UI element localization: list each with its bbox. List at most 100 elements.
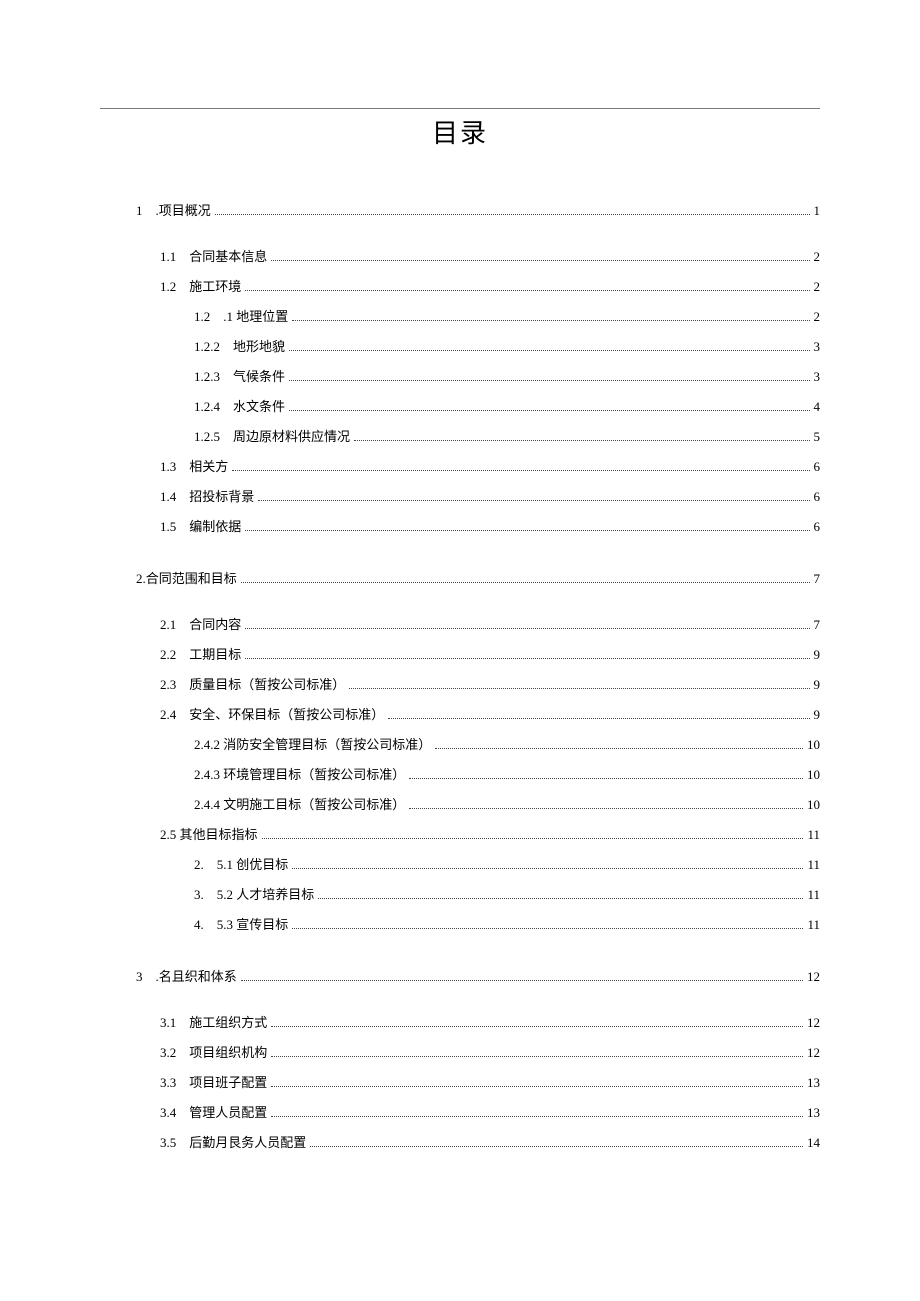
toc-entry: 1.2 施工环境2 xyxy=(100,272,820,302)
toc-entry-separator xyxy=(220,399,233,414)
toc-entry-text: 工期目标 xyxy=(189,647,241,662)
toc-entry-separator xyxy=(176,617,189,632)
toc-entry-separator xyxy=(176,1105,189,1120)
toc-entry-text: 后勤月艮务人员配置 xyxy=(189,1135,306,1150)
toc-entry-label: 1.2.2 地形地貌 xyxy=(194,340,285,353)
toc-entry-page: 11 xyxy=(807,918,820,931)
toc-leader-dots xyxy=(271,1018,803,1027)
toc-entry-text: 5.2 人才培养目标 xyxy=(217,887,315,902)
toc-entry: 1 .项目概况1 xyxy=(100,190,820,242)
toc-leader-dots xyxy=(232,462,809,471)
toc-entry-separator xyxy=(176,459,189,474)
toc-leader-dots xyxy=(262,830,804,839)
toc-entry-page: 2 xyxy=(814,250,821,263)
toc-entry-separator xyxy=(176,489,189,504)
toc-entry-page: 6 xyxy=(814,460,821,473)
toc-entry-separator xyxy=(176,707,189,722)
toc-entry: 3.5 后勤月艮务人员配置14 xyxy=(100,1128,820,1158)
toc-entry: 1.2 .1 地理位置 2 xyxy=(100,302,820,332)
toc-leader-dots xyxy=(245,282,809,291)
toc-leader-dots xyxy=(215,206,810,215)
toc-entry: 1.2.5 周边原材料供应情况 5 xyxy=(100,422,820,452)
toc-entry: 3.1 施工组织方式12 xyxy=(100,1008,820,1038)
toc-entry-number: 1.2.2 xyxy=(194,339,220,354)
toc-leader-dots xyxy=(289,342,809,351)
toc-leader-dots xyxy=(409,770,803,779)
toc-entry-page: 10 xyxy=(807,798,820,811)
toc-entry-separator xyxy=(204,857,217,872)
toc-entry-label: 3 .名且织和体系 xyxy=(136,970,237,983)
toc-entry-number: 1.2 xyxy=(160,279,176,294)
toc-entry-separator xyxy=(176,1015,189,1030)
toc-entry-number: 2.4.2 xyxy=(194,737,220,752)
toc-entry-number: 2.1 xyxy=(160,617,176,632)
toc-entry: 2. 5.1 创优目标 11 xyxy=(100,850,820,880)
toc-entry-label: 3. 5.2 人才培养目标 xyxy=(194,888,314,901)
toc-leader-dots xyxy=(271,1048,803,1057)
toc-entry-text: 合同内容 xyxy=(189,617,241,632)
toc-entry: 2.2 工期目标9 xyxy=(100,640,820,670)
toc-entry-number: 2. xyxy=(194,857,204,872)
toc-entry-text: 5.1 创优目标 xyxy=(217,857,289,872)
toc-leader-dots xyxy=(271,1108,803,1117)
toc-entry-label: 2.4.4 文明施工目标（暂按公司标准） xyxy=(194,798,405,811)
toc-entry-label: 2.4.3 环境管理目标（暂按公司标准） xyxy=(194,768,405,781)
toc-leader-dots xyxy=(292,312,809,321)
toc-entry-page: 7 xyxy=(814,572,821,585)
toc-leader-dots xyxy=(241,574,810,583)
toc-entry-label: 3.4 管理人员配置 xyxy=(160,1106,267,1119)
toc-entry-page: 5 xyxy=(814,430,821,443)
toc-entry-page: 11 xyxy=(807,828,820,841)
toc-entry-text: 地形地貌 xyxy=(233,339,285,354)
toc-entry-text: 招投标背景 xyxy=(189,489,254,504)
toc-entry-label: 1.2 .1 地理位置 xyxy=(194,310,288,323)
toc-entry: 3.3 项目班子配置13 xyxy=(100,1068,820,1098)
toc-entry-page: 2 xyxy=(814,310,821,323)
toc-entry-label: 3.2 项目组织机构 xyxy=(160,1046,267,1059)
toc-entry-label: 1.2.3 气候条件 xyxy=(194,370,285,383)
toc-entry-separator xyxy=(176,1135,189,1150)
toc-entry-label: 1.4 招投标背景 xyxy=(160,490,254,503)
toc-entry: 1.1 合同基本信息 2 xyxy=(100,242,820,272)
toc-leader-dots xyxy=(349,680,809,689)
toc-entry-separator xyxy=(220,429,233,444)
toc-leader-dots xyxy=(318,890,803,899)
toc-entry-number: 3.1 xyxy=(160,1015,176,1030)
toc-entry-page: 11 xyxy=(807,858,820,871)
toc-entry: 2.4.2 消防安全管理目标（暂按公司标准）10 xyxy=(100,730,820,760)
toc-entry-number: 1.1 xyxy=(160,249,176,264)
toc-entry-text: 合同基本信息 xyxy=(189,249,267,264)
toc-entry-page: 10 xyxy=(807,768,820,781)
toc-entry-text: 周边原材料供应情况 xyxy=(233,429,350,444)
toc-leader-dots xyxy=(310,1138,803,1147)
toc-entry-number: 2.4 xyxy=(160,707,176,722)
toc-leader-dots xyxy=(245,620,809,629)
toc-entry-label: 2.4.2 消防安全管理目标（暂按公司标准） xyxy=(194,738,431,751)
toc-entry-number: 4. xyxy=(194,917,204,932)
toc-entry-text: 施工环境 xyxy=(189,279,241,294)
toc-leader-dots xyxy=(354,432,809,441)
toc-entry: 2.4 安全、环保目标（暂按公司标准）9 xyxy=(100,700,820,730)
toc-entry-page: 1 xyxy=(814,204,821,217)
toc-entry: 3. 5.2 人才培养目标11 xyxy=(100,880,820,910)
toc-leader-dots xyxy=(245,522,809,531)
toc-leader-dots xyxy=(292,860,803,869)
toc-entry-number: 1.2.4 xyxy=(194,399,220,414)
toc-leader-dots xyxy=(258,492,809,501)
toc-entry-page: 13 xyxy=(807,1106,820,1119)
toc-entry-label: 3.1 施工组织方式 xyxy=(160,1016,267,1029)
toc-entry-separator xyxy=(204,887,217,902)
horizontal-rule xyxy=(100,108,820,109)
toc-entry-separator xyxy=(220,369,233,384)
toc-entry-label: 2.4 安全、环保目标（暂按公司标准） xyxy=(160,708,384,721)
toc-entry-number: 2.5 xyxy=(160,827,176,842)
toc-entry-number: 2.3 xyxy=(160,677,176,692)
toc-entry: 2.4.4 文明施工目标（暂按公司标准） 10 xyxy=(100,790,820,820)
toc-leader-dots xyxy=(271,1078,803,1087)
toc-entry-label: 2.2 工期目标 xyxy=(160,648,241,661)
toc-entry-number: 1.2.5 xyxy=(194,429,220,444)
toc-entry-page: 3 xyxy=(814,370,821,383)
toc-leader-dots xyxy=(292,920,803,929)
toc-entry-separator xyxy=(176,677,189,692)
toc-entry-separator xyxy=(176,279,189,294)
